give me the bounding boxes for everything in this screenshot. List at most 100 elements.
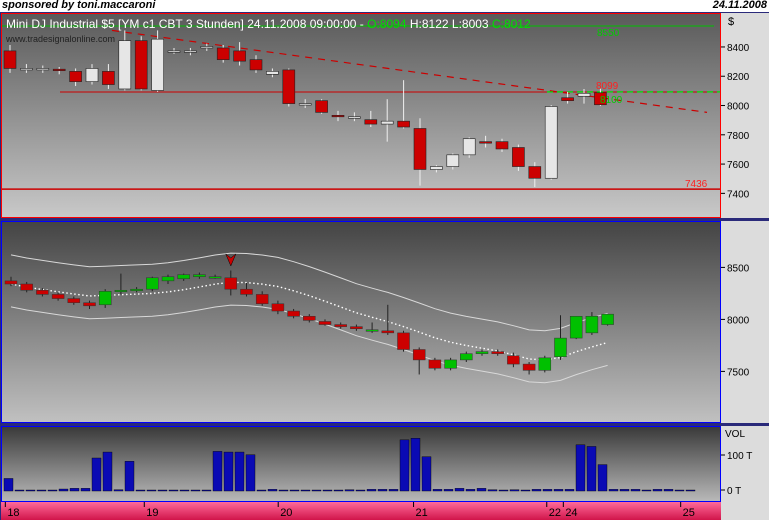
level-label-7436: 7436 — [685, 179, 708, 190]
volume-bar — [278, 489, 289, 492]
volume-panel[interactable] — [1, 426, 721, 502]
axis-corner — [721, 502, 769, 520]
volume-bar — [542, 489, 553, 492]
candle-body — [249, 59, 263, 71]
volume-bar — [597, 464, 608, 492]
ind-candle-body — [51, 294, 65, 299]
candle-body — [36, 68, 50, 71]
candle-body — [69, 71, 82, 82]
time-label: 18 — [7, 507, 19, 519]
volume-bar — [223, 451, 234, 492]
volume-bar — [399, 439, 410, 492]
price-tick-label: 8400 — [727, 43, 750, 54]
volume-bar — [663, 489, 674, 492]
ind-candle-body — [161, 276, 175, 282]
volume-bar — [443, 489, 454, 492]
volume-bar — [498, 489, 509, 492]
indicator-panel[interactable] — [1, 221, 721, 423]
volume-bar — [630, 489, 641, 492]
watermark: www.tradesignalonline.com — [6, 34, 116, 44]
volume-bar — [135, 489, 146, 492]
volume-bar — [36, 489, 47, 492]
volume-bar — [102, 451, 113, 492]
ind-candle-body — [130, 288, 143, 291]
header-close: C:8012 — [491, 17, 531, 31]
ind-tick-label: 7500 — [727, 367, 750, 378]
time-label: 20 — [280, 507, 292, 519]
volume-bar — [3, 478, 14, 492]
volume-bar — [454, 488, 465, 492]
candle-body — [348, 116, 361, 119]
candle-body — [430, 166, 443, 170]
ind-candle-body — [318, 321, 332, 325]
candle-body — [544, 106, 558, 179]
volume-bar — [575, 444, 586, 492]
price-tick-label: 8200 — [727, 72, 750, 83]
volume-bar — [168, 489, 179, 492]
price-tick-label: 7400 — [727, 189, 750, 200]
ind-candle-body — [507, 355, 520, 365]
volume-bar — [520, 489, 531, 492]
ind-candle-body — [271, 303, 285, 312]
ind-candle-body — [569, 315, 583, 339]
volume-bar — [146, 489, 157, 492]
volume-tick-label: 100 T — [727, 451, 752, 462]
ind-candle-body — [146, 277, 159, 290]
ind-candle-body — [114, 289, 128, 292]
volume-bar — [487, 489, 498, 492]
indicator-chart — [4, 252, 614, 384]
price-tick-label: 8000 — [727, 102, 750, 113]
candle-body — [479, 141, 492, 144]
volume-scale[interactable]: VOL 100 T 0 T — [721, 426, 769, 502]
ind-candle-body — [460, 353, 473, 361]
indicator-scale[interactable]: 7500 8000 8500 — [721, 221, 769, 423]
time-axis-svg: 18 19 20 21 22 24 25 — [4, 502, 695, 519]
ind-candle-body — [67, 298, 81, 303]
volume-bar — [366, 489, 377, 492]
ind-candle-body — [428, 359, 442, 369]
volume-bar — [212, 451, 223, 492]
ind-candle-body — [585, 315, 599, 334]
ind-candle-body — [554, 337, 567, 358]
ind-candle-body — [381, 330, 395, 334]
candle-body — [397, 120, 410, 128]
ind-candle-body — [36, 289, 49, 295]
candle-body — [413, 128, 427, 170]
volume-bar — [69, 488, 80, 492]
volume-bar — [190, 489, 201, 492]
candle-body — [298, 103, 312, 106]
candle-body — [233, 50, 246, 62]
volume-scale-svg: VOL 100 T 0 T — [721, 429, 752, 497]
header-sep: - — [356, 17, 368, 31]
volume-bar — [674, 489, 685, 492]
ind-candle-body — [444, 359, 457, 369]
time-axis[interactable]: 18 19 20 21 22 24 25 — [1, 502, 721, 520]
volume-bar — [91, 457, 102, 492]
ind-candle-body — [412, 349, 426, 361]
volume-bar — [410, 437, 421, 492]
volume-bar — [311, 489, 322, 492]
price-panel[interactable]: 8550 8099 8100 7436 Mini DJ Industrial $5 [… — [1, 13, 721, 218]
candle-body — [380, 120, 394, 125]
price-chart: 8550 8099 8100 7436 — [2, 25, 720, 190]
candle-body — [20, 68, 33, 71]
volume-bar — [465, 489, 476, 492]
volume-bar — [300, 489, 311, 492]
candle-body — [200, 46, 214, 49]
volume-bar — [564, 489, 575, 492]
volume-bar — [322, 489, 333, 492]
time-label: 21 — [416, 507, 428, 519]
ind-candle-body — [177, 274, 190, 280]
ind-candle-body — [522, 363, 536, 371]
candle-body — [52, 68, 66, 71]
volume-bar — [619, 489, 630, 492]
volume-bar — [14, 489, 25, 492]
volume-scale-unit: VOL — [725, 429, 745, 440]
price-scale[interactable]: $7400 7600 7800 8000 8200 8400 — [721, 13, 769, 218]
volume-bar — [509, 489, 520, 492]
level-label-8550: 8550 — [597, 28, 620, 39]
candle-body — [184, 50, 197, 53]
level-label-8099: 8099 — [596, 81, 619, 92]
indicator-scale-svg: 7500 8000 8500 — [721, 263, 750, 378]
volume-bar — [432, 489, 443, 492]
